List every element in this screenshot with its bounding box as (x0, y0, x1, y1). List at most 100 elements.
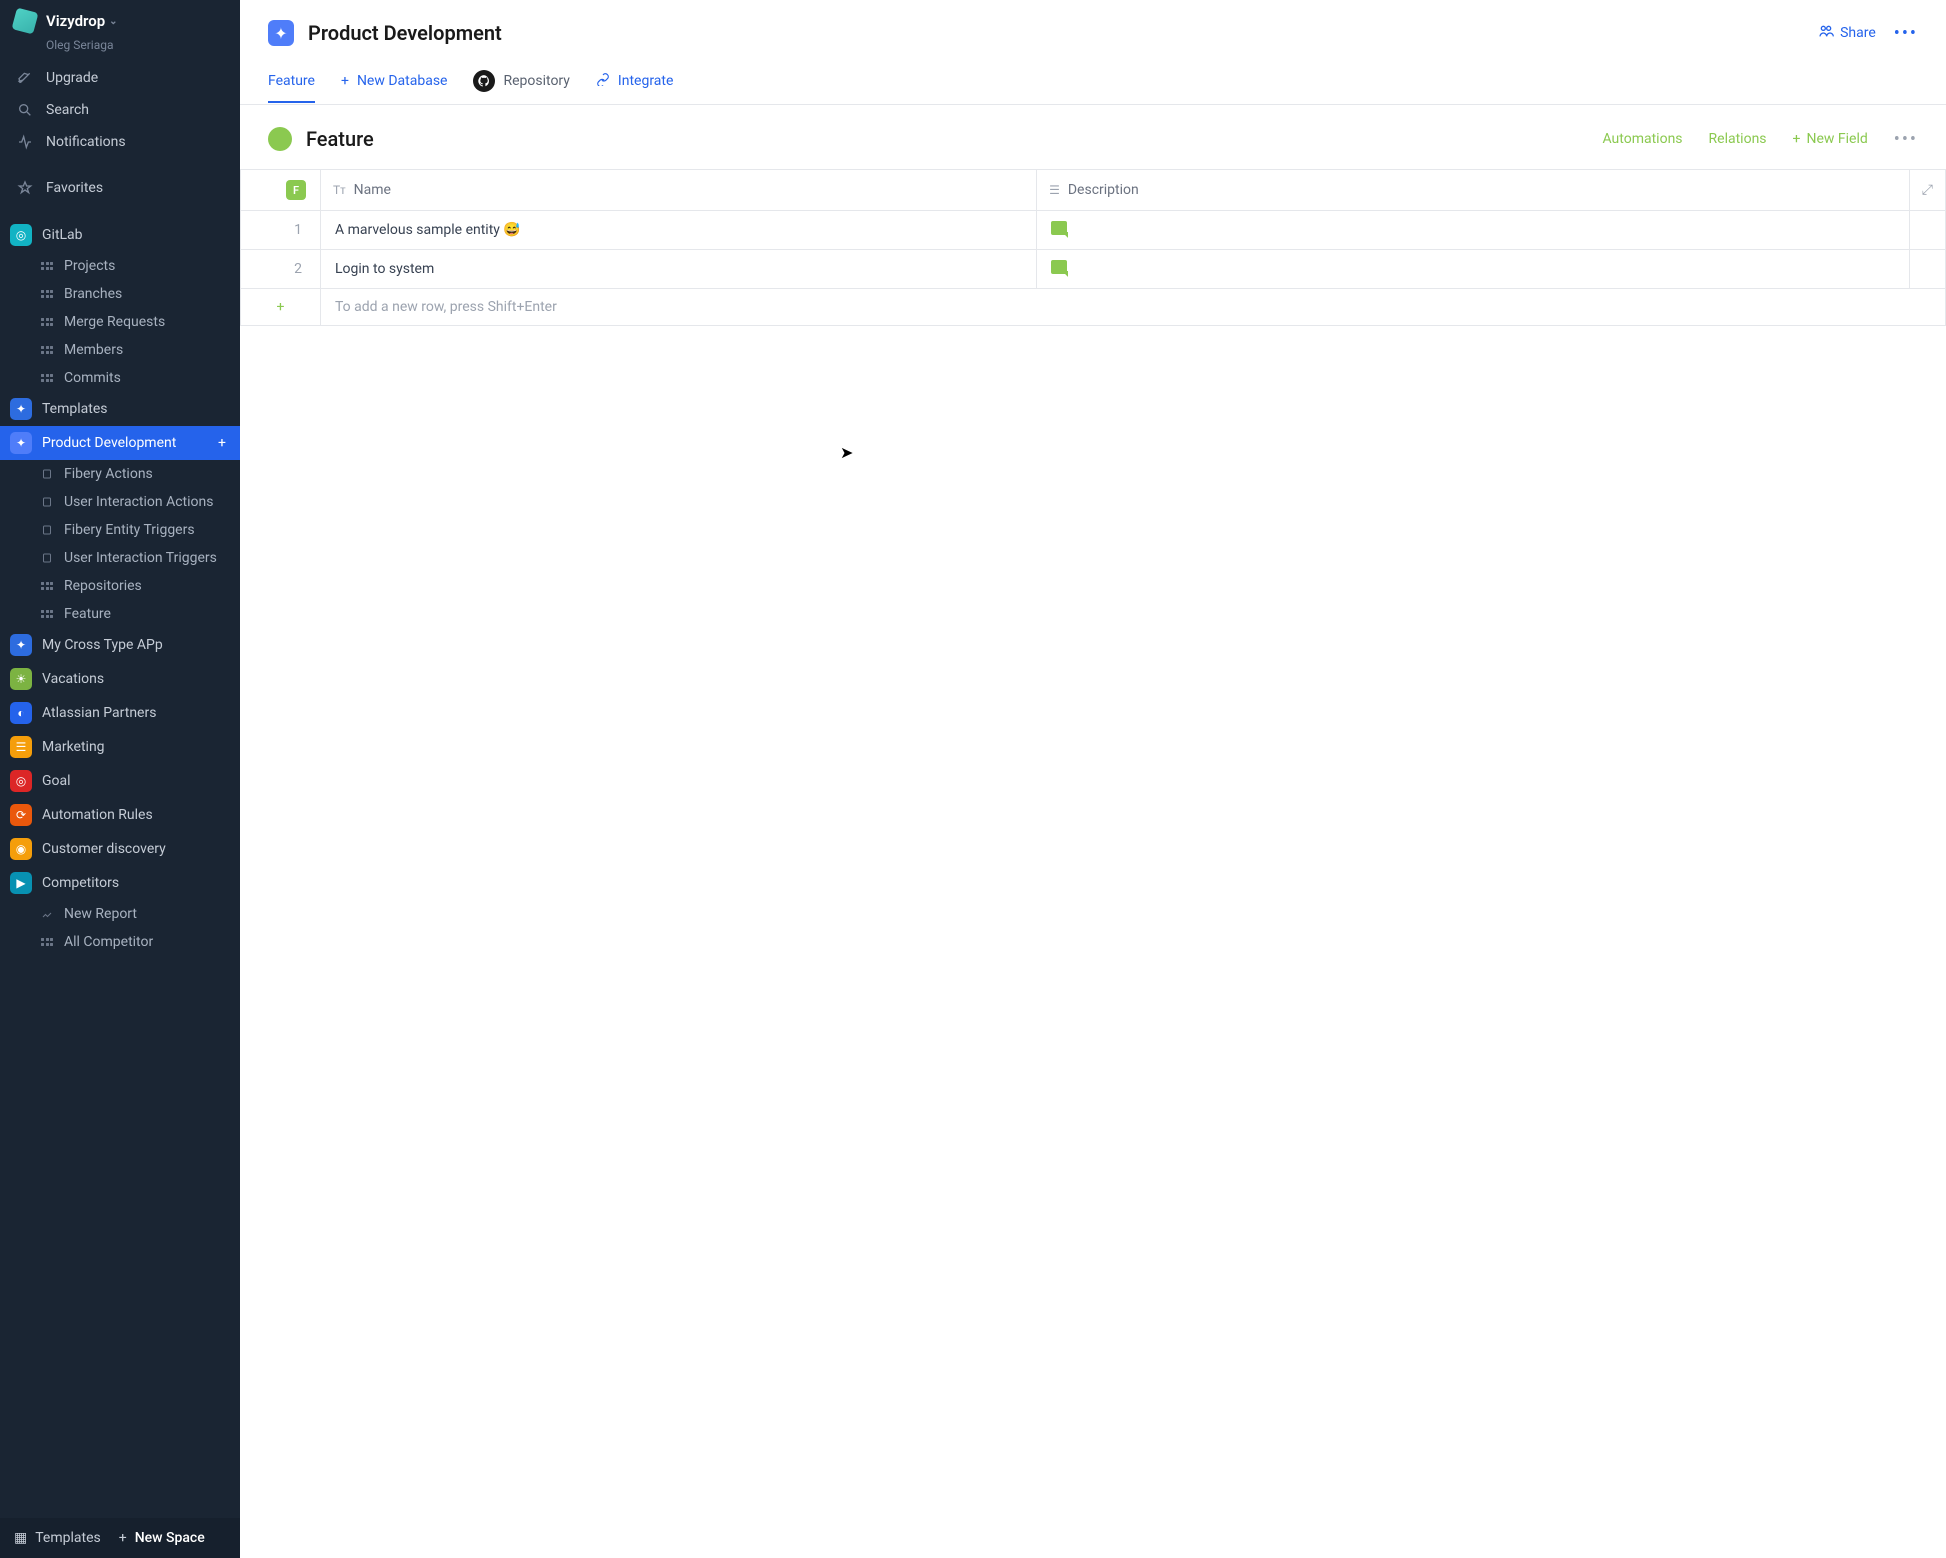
workspace-logo-icon (12, 8, 39, 35)
footer-new-space[interactable]: + New Space (119, 1530, 205, 1546)
grid-icon (40, 259, 54, 273)
space-marketing[interactable]: ☰Marketing (0, 730, 240, 764)
richtext-icon: ☰ (1049, 183, 1060, 197)
doc-icon (40, 467, 54, 481)
cell-name[interactable]: A marvelous sample entity 😅 (321, 211, 1037, 250)
link-icon (596, 72, 610, 90)
github-icon (473, 70, 495, 92)
automations-button[interactable]: Automations (1603, 131, 1683, 147)
nav-notifications[interactable]: Notifications (0, 126, 240, 158)
space-competitors[interactable]: ▶Competitors (0, 866, 240, 900)
row-index: 1 (241, 211, 321, 250)
sub-merge-requests[interactable]: Merge Requests (0, 308, 240, 336)
note-icon (1051, 260, 1067, 274)
app-icon: ✦ (10, 634, 32, 656)
share-button[interactable]: Share (1818, 23, 1876, 43)
cell-name[interactable]: Login to system (321, 250, 1037, 289)
sub-members[interactable]: Members (0, 336, 240, 364)
space-customer-discovery[interactable]: ◉Customer discovery (0, 832, 240, 866)
workspace-header[interactable]: Vizydrop ⌄ (0, 0, 240, 38)
add-to-space-button[interactable]: + (214, 435, 230, 451)
nav-label: Favorites (46, 180, 103, 196)
sub-branches[interactable]: Branches (0, 280, 240, 308)
plus-icon: + (119, 1530, 127, 1546)
space-gitlab[interactable]: ◎ GitLab (0, 218, 240, 252)
database-color-icon[interactable] (268, 127, 292, 151)
atlassian-icon: ◐ (10, 702, 32, 724)
space-my-cross-type-app[interactable]: ✦My Cross Type APp (0, 628, 240, 662)
templates-icon: ▦ (14, 1530, 27, 1546)
templates-icon: ✦ (10, 398, 32, 420)
nav-label: Notifications (46, 134, 126, 150)
competitors-icon: ▶ (10, 872, 32, 894)
tab-feature[interactable]: Feature (268, 63, 315, 103)
nav-label: Search (46, 102, 89, 118)
automation-icon: ⟳ (10, 804, 32, 826)
workspace-user: Oleg Seriaga (0, 38, 240, 52)
table-row[interactable]: 2 Login to system (241, 250, 1946, 289)
add-row-hint[interactable]: To add a new row, press Shift+Enter (321, 289, 1946, 326)
nav-search[interactable]: Search (0, 94, 240, 126)
sub-repositories[interactable]: Repositories (0, 572, 240, 600)
space-goal[interactable]: ◎Goal (0, 764, 240, 798)
chart-icon (40, 907, 54, 921)
sidebar-footer: ▦ Templates + New Space (0, 1518, 240, 1558)
grid-icon (40, 579, 54, 593)
space-automation-rules[interactable]: ⟳Automation Rules (0, 798, 240, 832)
column-description[interactable]: ☰Description (1037, 170, 1910, 211)
sub-user-interaction-triggers[interactable]: User Interaction Triggers (0, 544, 240, 572)
table-row[interactable]: 1 A marvelous sample entity 😅 (241, 211, 1946, 250)
new-field-button[interactable]: +New Field (1793, 131, 1868, 147)
sub-fibery-actions[interactable]: Fibery Actions (0, 460, 240, 488)
tabs-bar: Feature +New Database Repository Integra… (240, 60, 1946, 105)
space-product-development[interactable]: ✦ Product Development + (0, 426, 240, 460)
sub-feature[interactable]: Feature (0, 600, 240, 628)
goal-icon: ◎ (10, 770, 32, 792)
sub-all-competitor[interactable]: All Competitor (0, 928, 240, 956)
tab-integrate[interactable]: Integrate (596, 62, 674, 102)
space-templates[interactable]: ✦ Templates (0, 392, 240, 426)
sub-new-report[interactable]: New Report (0, 900, 240, 928)
plus-icon: + (341, 73, 349, 89)
search-icon (16, 101, 34, 119)
sub-user-interaction-actions[interactable]: User Interaction Actions (0, 488, 240, 516)
cell-description[interactable] (1037, 211, 1910, 250)
tab-repository[interactable]: Repository (473, 60, 569, 104)
nav-upgrade[interactable]: Upgrade (0, 62, 240, 94)
rocket-icon (16, 69, 34, 87)
sub-commits[interactable]: Commits (0, 364, 240, 392)
database-title[interactable]: Feature (306, 127, 374, 151)
cell-description[interactable] (1037, 250, 1910, 289)
activity-icon (16, 133, 34, 151)
tab-new-database[interactable]: +New Database (341, 63, 447, 101)
note-icon (1051, 221, 1067, 235)
database-more-button[interactable]: ••• (1894, 129, 1918, 150)
space-label: Templates (42, 401, 108, 417)
nav-favorites[interactable]: Favorites (0, 172, 240, 204)
space-atlassian-partners[interactable]: ◐Atlassian Partners (0, 696, 240, 730)
column-name[interactable]: TᴛName (321, 170, 1037, 211)
chevron-down-icon: ⌄ (109, 16, 117, 27)
plus-icon[interactable]: + (241, 289, 321, 326)
more-button[interactable]: ••• (1894, 23, 1918, 44)
relations-button[interactable]: Relations (1709, 131, 1767, 147)
gitlab-icon: ◎ (10, 224, 32, 246)
add-row[interactable]: + To add a new row, press Shift+Enter (241, 289, 1946, 326)
grid-icon (40, 315, 54, 329)
grid-icon (40, 287, 54, 301)
expand-column-button[interactable]: ⤢ (1909, 170, 1945, 211)
people-icon (1818, 23, 1834, 43)
space-label: Product Development (42, 435, 176, 451)
sub-fibery-entity-triggers[interactable]: Fibery Entity Triggers (0, 516, 240, 544)
grid-icon (40, 607, 54, 621)
text-icon: Tᴛ (333, 183, 346, 197)
plus-icon: + (1793, 131, 1801, 147)
sub-projects[interactable]: Projects (0, 252, 240, 280)
nav-label: Upgrade (46, 70, 98, 86)
doc-icon (40, 523, 54, 537)
grid-icon (40, 371, 54, 385)
footer-templates[interactable]: ▦ Templates (14, 1530, 101, 1546)
workspace-name: Vizydrop (46, 12, 105, 30)
space-vacations[interactable]: ☀Vacations (0, 662, 240, 696)
type-badge: F (286, 180, 306, 200)
